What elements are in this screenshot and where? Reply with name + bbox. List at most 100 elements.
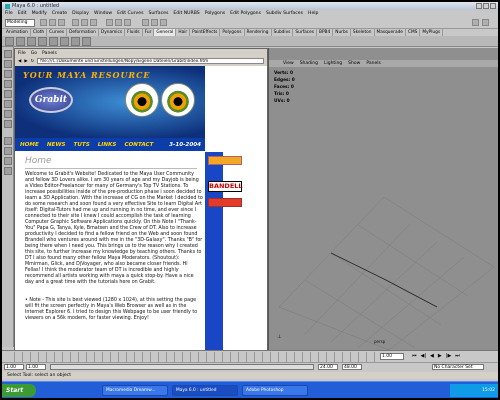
shelf-tool-icon[interactable] <box>27 37 36 46</box>
address-field[interactable]: file:///C:/Dokumente und Einstellungen/N… <box>37 58 264 64</box>
last-tool-icon[interactable] <box>4 120 12 128</box>
nav-home[interactable]: HOME <box>20 142 39 148</box>
shelf-tool-icon[interactable] <box>49 37 58 46</box>
manipulator-icon[interactable] <box>4 110 12 118</box>
shelf-tab-myplugs[interactable]: MyPlugs <box>420 29 444 36</box>
shelf-tool-icon[interactable] <box>60 37 69 46</box>
side-red-button[interactable] <box>208 198 242 207</box>
snap-curve-icon[interactable] <box>115 19 122 26</box>
vp-menu-shading[interactable]: Shading <box>300 61 318 66</box>
shelf-tab-surfaces[interactable]: Surfaces <box>293 29 317 36</box>
shelf-tab-deformation[interactable]: Deformation <box>67 29 99 36</box>
snap-point-icon[interactable] <box>124 19 131 26</box>
vp-menu-show[interactable]: Show <box>348 61 360 66</box>
vp-menu-lighting[interactable]: Lighting <box>324 61 342 66</box>
start-button[interactable]: Start <box>2 384 36 397</box>
shelf-tool-icon[interactable] <box>71 37 80 46</box>
back-icon[interactable]: ◀ <box>18 59 21 64</box>
shelf-tab-bpb4[interactable]: BPB4 <box>317 29 334 36</box>
shelf-tab-skeleton[interactable]: Skeleton <box>351 29 375 36</box>
bandell-banner[interactable]: BANDELL <box>208 181 243 192</box>
open-scene-icon[interactable] <box>49 19 56 26</box>
menu-modify[interactable]: Modify <box>32 11 47 16</box>
snap-grid-icon[interactable] <box>106 19 113 26</box>
shelf-tool-icon[interactable] <box>5 37 14 46</box>
start-frame-field[interactable]: 1.00 <box>4 364 24 370</box>
end-frame-field[interactable]: 48.00 <box>342 364 362 370</box>
menu-create[interactable]: Create <box>52 11 67 16</box>
range-end-field[interactable]: 24.00 <box>318 364 338 370</box>
nav-contact[interactable]: CONTACT <box>124 142 153 148</box>
shelf-tab-polygons[interactable]: Polygons <box>220 29 245 36</box>
vp-menu-view[interactable]: View <box>283 61 294 66</box>
shelf-tab-dynamics[interactable]: Dynamics <box>99 29 126 36</box>
side-orange-button[interactable] <box>208 156 242 165</box>
go-end-icon[interactable]: ⏭ <box>455 353 460 359</box>
shelf-tab-general[interactable]: General <box>154 29 177 36</box>
new-scene-icon[interactable] <box>40 19 47 26</box>
step-forward-icon[interactable]: |▶ <box>446 353 452 359</box>
menu-file[interactable]: File <box>5 11 13 16</box>
menu-subdiv-surfaces[interactable]: Subdiv Surfaces <box>266 11 303 16</box>
range-bar[interactable] <box>50 364 314 370</box>
play-back-icon[interactable]: ◀ <box>430 353 434 359</box>
reload-icon[interactable]: ↻ <box>31 59 35 64</box>
go-start-icon[interactable]: ⏮ <box>412 353 417 359</box>
ipr-render-icon[interactable] <box>151 19 158 26</box>
play-forward-icon[interactable]: ▶ <box>438 353 442 359</box>
menu-polygons[interactable]: Polygons <box>205 11 225 16</box>
task-dreamweaver[interactable]: Macromedia Dreamw... <box>102 385 168 396</box>
close-button[interactable] <box>490 3 496 9</box>
shelf-tab-subdivs[interactable]: Subdivs <box>272 29 294 36</box>
select-hierarchy-icon[interactable] <box>72 19 79 26</box>
render-globals-icon[interactable] <box>160 19 167 26</box>
web-menu-panels[interactable]: Panels <box>42 51 57 56</box>
shelf-tab-curves[interactable]: Curves <box>47 29 68 36</box>
channel-box-icon[interactable] <box>472 19 479 26</box>
shelf-tool-icon[interactable] <box>38 37 47 46</box>
shelf-tab-fur[interactable]: Fur <box>143 29 155 36</box>
shelf-tab-fluids[interactable]: Fluids <box>125 29 143 36</box>
shelf-tab-nurbs[interactable]: Nurbs <box>333 29 351 36</box>
web-menu-file[interactable]: File <box>18 51 26 56</box>
task-maya[interactable]: Maya 6.0 : untitled <box>172 385 238 396</box>
layout-single-icon[interactable] <box>4 137 12 145</box>
vp-menu-panels[interactable]: Panels <box>366 61 380 66</box>
nav-tuts[interactable]: TUTS <box>74 142 90 148</box>
render-icon[interactable] <box>142 19 149 26</box>
lasso-tool-icon[interactable] <box>4 60 12 68</box>
menu-edit[interactable]: Edit <box>18 11 27 16</box>
layout-two-icon[interactable] <box>4 157 12 165</box>
move-tool-icon[interactable] <box>4 80 12 88</box>
rotate-tool-icon[interactable] <box>4 90 12 98</box>
nav-links[interactable]: LINKS <box>98 142 117 148</box>
menu-display[interactable]: Display <box>72 11 89 16</box>
step-back-icon[interactable]: ◀| <box>421 353 427 359</box>
maximize-button[interactable] <box>483 3 489 9</box>
shelf-tab-hair[interactable]: Hair <box>176 29 191 36</box>
select-object-icon[interactable] <box>81 19 88 26</box>
shelf-tab-masquerade[interactable]: Masquerade <box>375 29 406 36</box>
layout-outliner-icon[interactable] <box>4 167 12 175</box>
menu-edit-curves[interactable]: Edit Curves <box>117 11 143 16</box>
attribute-editor-icon[interactable] <box>482 19 489 26</box>
minimize-button[interactable] <box>476 3 482 9</box>
menu-edit-polygons[interactable]: Edit Polygons <box>230 11 261 16</box>
web-menu-go[interactable]: Go <box>31 51 37 56</box>
character-set-menu[interactable]: No Character Set <box>432 364 484 370</box>
shelf-tab-painteffects[interactable]: PaintEffects <box>190 29 221 36</box>
shelf-tool-icon[interactable] <box>82 37 91 46</box>
shelf-tab-animation[interactable]: Animation <box>4 29 31 36</box>
menu-window[interactable]: Window <box>94 11 112 16</box>
time-slider[interactable]: 1.00 ⏮ ◀| ◀ ▶ |▶ ⏭ <box>2 350 498 362</box>
perspective-viewport[interactable]: View Shading Lighting Show Panels Verts:… <box>268 48 498 350</box>
menu-surfaces[interactable]: Surfaces <box>148 11 168 16</box>
menu-help[interactable]: Help <box>308 11 318 16</box>
current-frame-field[interactable]: 1.00 <box>380 353 404 360</box>
range-start-field[interactable]: 1.00 <box>26 364 46 370</box>
save-scene-icon[interactable] <box>58 19 65 26</box>
menu-edit-nurbs[interactable]: Edit NURBS <box>173 11 199 16</box>
shelf-tab-cloth[interactable]: Cloth <box>31 29 48 36</box>
shelf-tab-cms[interactable]: CMS <box>406 29 421 36</box>
scale-tool-icon[interactable] <box>4 100 12 108</box>
